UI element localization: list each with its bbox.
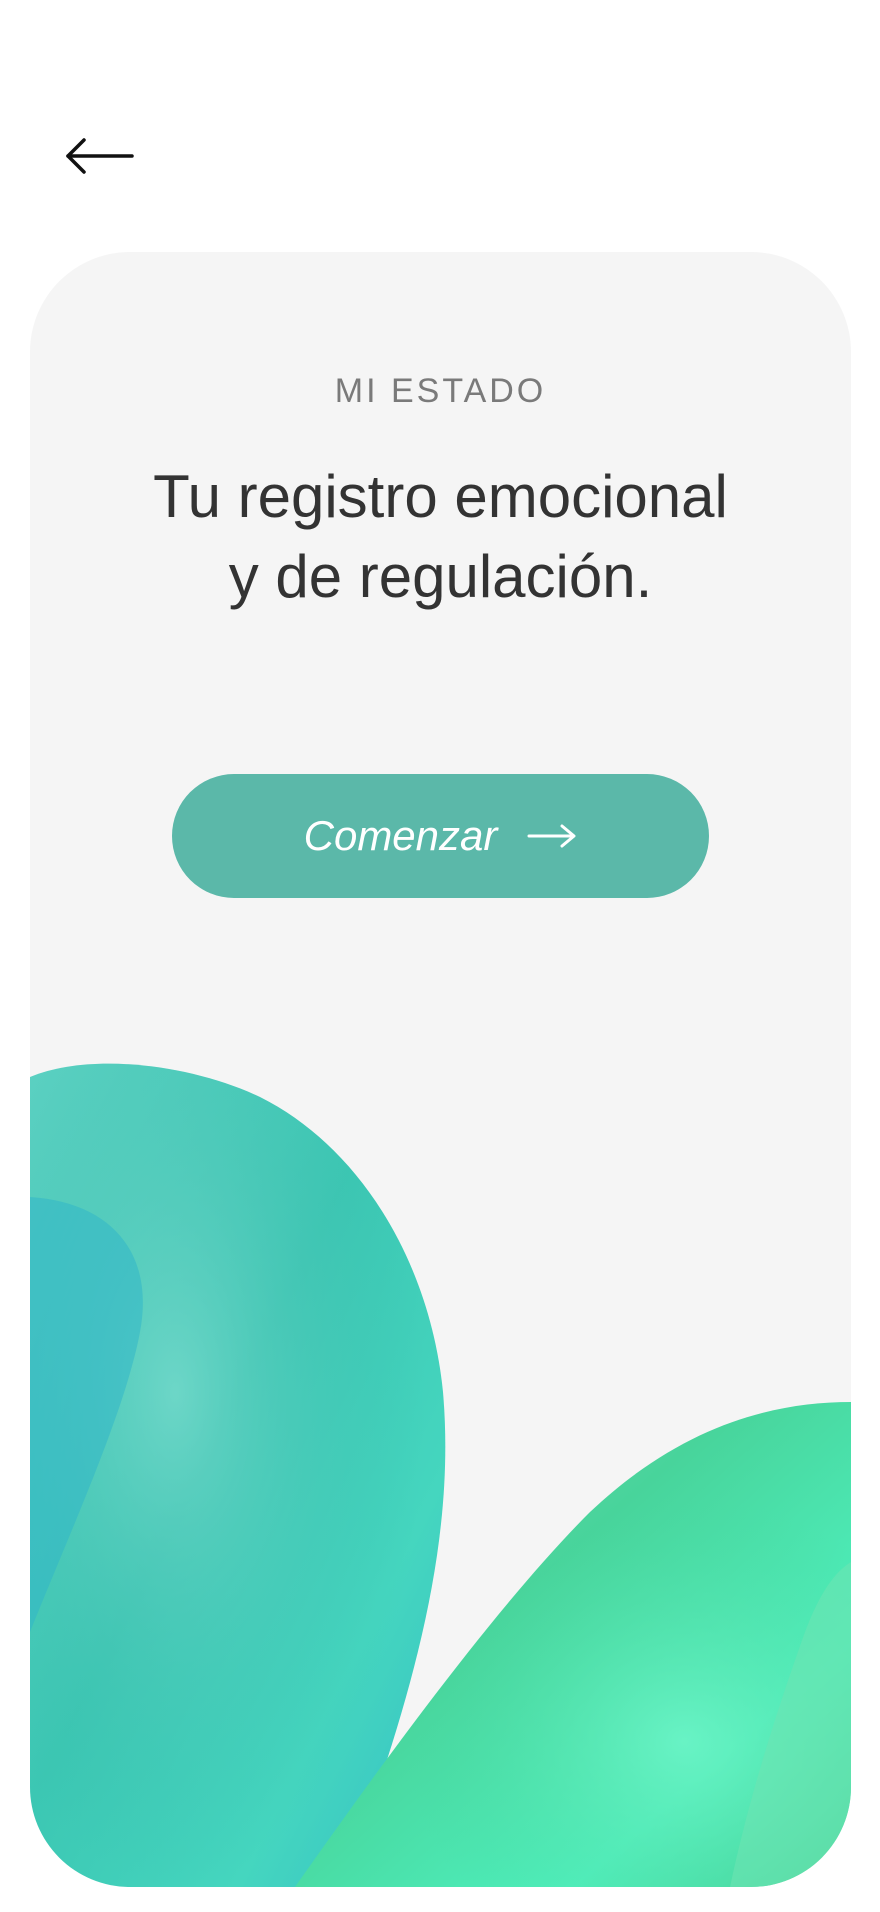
headline-line-2: y de regulación. xyxy=(228,543,653,610)
intro-card: MI ESTADO Tu registro emocional y de reg… xyxy=(30,252,851,1887)
arrow-left-icon xyxy=(64,136,134,176)
start-button[interactable]: Comenzar xyxy=(172,774,709,898)
section-eyebrow: MI ESTADO xyxy=(334,372,547,410)
screen: MI ESTADO Tu registro emocional y de reg… xyxy=(0,0,880,1912)
page-headline: Tu registro emocional y de regulación. xyxy=(70,457,811,617)
headline-line-1: Tu registro emocional xyxy=(153,463,728,530)
back-button[interactable] xyxy=(64,120,160,192)
start-button-label: Comenzar xyxy=(303,812,498,859)
arrow-right-icon xyxy=(527,821,577,851)
